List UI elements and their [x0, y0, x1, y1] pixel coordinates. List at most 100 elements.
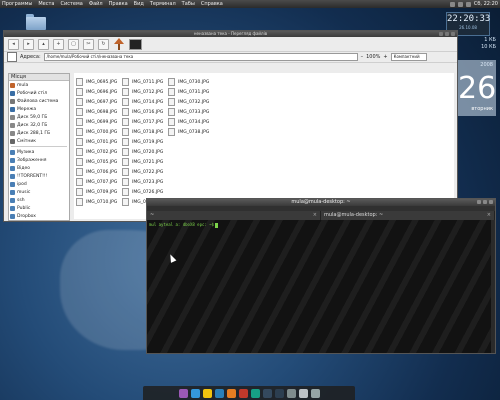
sidebar-item[interactable]: Робочий стіл	[9, 89, 69, 97]
file-item[interactable]: IMG_0698.JPG	[76, 107, 120, 117]
file-item[interactable]: IMG_0696.JPG	[76, 87, 120, 97]
sidebar-item[interactable]: Диск 59,0 ГБ	[9, 113, 69, 121]
file-item[interactable]: IMG_0731.JPG	[168, 87, 212, 97]
forward-button[interactable]: ▸	[23, 38, 34, 50]
sidebar-item[interactable]: ssh	[9, 196, 69, 204]
up-button[interactable]: ▴	[38, 38, 49, 50]
close-tab-icon[interactable]: ×	[487, 211, 491, 220]
sidebar-item[interactable]: Диск 288,1 ГБ	[9, 129, 69, 137]
menu-applications[interactable]: Программы	[2, 1, 32, 7]
close-button[interactable]	[451, 32, 455, 36]
menu-tabs[interactable]: Табы	[182, 1, 195, 7]
terminal-close-button[interactable]	[489, 200, 493, 204]
terminal-icon[interactable]	[129, 38, 142, 50]
file-item[interactable]: IMG_0716.JPG	[122, 107, 166, 117]
sidebar-item[interactable]: Диск 32,0 ГБ	[9, 121, 69, 129]
menu-help[interactable]: Справка	[201, 1, 223, 7]
file-item[interactable]: IMG_0738.JPG	[168, 127, 212, 137]
menu-places[interactable]: Места	[38, 1, 54, 7]
sidebar-item[interactable]: Смітник	[9, 137, 69, 145]
menu-view[interactable]: Вид	[134, 1, 144, 7]
file-item[interactable]: IMG_0707.JPG	[76, 177, 120, 187]
file-item[interactable]: IMG_0700.JPG	[76, 127, 120, 137]
menu-file[interactable]: Файл	[89, 1, 103, 7]
dock-app-icon[interactable]	[178, 388, 188, 398]
dock-app-icon[interactable]	[286, 388, 296, 398]
cut-button[interactable]: ✂	[83, 38, 94, 50]
dock-app-icon[interactable]	[298, 388, 308, 398]
zoom-in-icon[interactable]: +	[383, 54, 387, 60]
file-item[interactable]: IMG_0717.JPG	[122, 117, 166, 127]
home-icon[interactable]	[113, 38, 125, 50]
file-item[interactable]: IMG_0706.JPG	[76, 167, 120, 177]
new-folder-button[interactable]: +	[53, 38, 64, 50]
file-item[interactable]: IMG_0714.JPG	[122, 97, 166, 107]
sidebar-item[interactable]: Файлова система	[9, 97, 69, 105]
dock-app-icon[interactable]	[202, 388, 212, 398]
file-item[interactable]: IMG_0699.JPG	[76, 117, 120, 127]
dock-app-icon[interactable]	[226, 388, 236, 398]
file-item[interactable]: IMG_0711.JPG	[122, 77, 166, 87]
copy-button[interactable]: ▢	[68, 38, 79, 50]
sidebar-item[interactable]: Public	[9, 204, 69, 212]
refresh-button[interactable]: ↻	[98, 38, 109, 50]
file-item[interactable]: IMG_0734.JPG	[168, 117, 212, 127]
sidebar-item[interactable]: music	[9, 188, 69, 196]
terminal-tab-1[interactable]: ~ ×	[147, 211, 321, 220]
file-item[interactable]: IMG_0720.JPG	[122, 147, 166, 157]
file-item[interactable]: IMG_0732.JPG	[168, 97, 212, 107]
file-item[interactable]: IMG_0712.JPG	[122, 87, 166, 97]
sidebar-item[interactable]: !!TORRENT!!!	[9, 172, 69, 180]
dock-app-icon[interactable]	[274, 388, 284, 398]
file-item[interactable]: IMG_0710.JPG	[76, 197, 120, 207]
close-tab-icon[interactable]: ×	[313, 211, 317, 220]
file-item[interactable]: IMG_0730.JPG	[168, 77, 212, 87]
minimize-button[interactable]	[439, 32, 443, 36]
terminal-titlebar[interactable]: mula@mula-desktop: ~	[147, 199, 495, 206]
file-item[interactable]: IMG_0719.JPG	[122, 137, 166, 147]
dock-app-icon[interactable]	[250, 388, 260, 398]
file-item[interactable]: IMG_0733.JPG	[168, 107, 212, 117]
file-item[interactable]: IMG_0722.JPG	[122, 167, 166, 177]
dock-app-icon[interactable]	[190, 388, 200, 398]
terminal-output[interactable]: mul ayteal a: dboX8 epc: ~$	[147, 220, 495, 353]
dock-app-icon[interactable]	[214, 388, 224, 398]
volume-icon[interactable]	[457, 1, 463, 7]
dock-app-icon[interactable]	[262, 388, 272, 398]
view-mode-select[interactable]: Компактний	[390, 53, 427, 61]
dock-app-icon[interactable]	[238, 388, 248, 398]
sidebar-item[interactable]: ipod	[9, 180, 69, 188]
menu-system[interactable]: Система	[60, 1, 82, 7]
dock-app-icon[interactable]	[310, 388, 320, 398]
sidebar-item[interactable]: Зображення	[9, 156, 69, 164]
terminal-maximize-button[interactable]	[483, 200, 487, 204]
sidebar-item[interactable]: Мережа	[9, 105, 69, 113]
back-button[interactable]: ◂	[8, 38, 19, 50]
maximize-button[interactable]	[445, 32, 449, 36]
file-manager-titlebar[interactable]: неназвана тека - Перегляд файлів	[4, 31, 457, 37]
terminal-tab-2[interactable]: mula@mula-desktop: ~ ×	[321, 211, 495, 220]
terminal-scrollbar[interactable]	[491, 220, 495, 353]
sidebar-item[interactable]: Відео	[9, 164, 69, 172]
file-item[interactable]: IMG_0718.JPG	[122, 127, 166, 137]
desktop-folder-icon[interactable]	[26, 14, 46, 30]
sidebar-item[interactable]: Dropbox	[9, 212, 69, 220]
file-item[interactable]: IMG_0701.JPG	[76, 137, 120, 147]
file-item[interactable]: IMG_0702.JPG	[76, 147, 120, 157]
menu-edit[interactable]: Правка	[109, 1, 128, 7]
file-item[interactable]: IMG_0723.JPG	[122, 177, 166, 187]
file-item[interactable]: IMG_0697.JPG	[76, 97, 120, 107]
network-icon[interactable]	[449, 1, 455, 7]
file-item[interactable]: IMG_0705.JPG	[76, 157, 120, 167]
file-item[interactable]: IMG_0709.JPG	[76, 187, 120, 197]
file-item[interactable]: IMG_0721.JPG	[122, 157, 166, 167]
sidebar-item[interactable]: mula	[9, 81, 69, 89]
address-input[interactable]: /home/mula/Робочий стіл/неназвана тека	[43, 53, 358, 61]
zoom-out-icon[interactable]: –	[361, 54, 364, 60]
terminal-minimize-button[interactable]	[477, 200, 481, 204]
menu-terminal[interactable]: Терминал	[150, 1, 176, 7]
mail-icon[interactable]	[465, 1, 471, 7]
file-item[interactable]: IMG_0695.JPG	[76, 77, 120, 87]
file-item[interactable]: IMG_0726.JPG	[122, 187, 166, 197]
sidebar-header[interactable]: Місця	[9, 74, 69, 81]
